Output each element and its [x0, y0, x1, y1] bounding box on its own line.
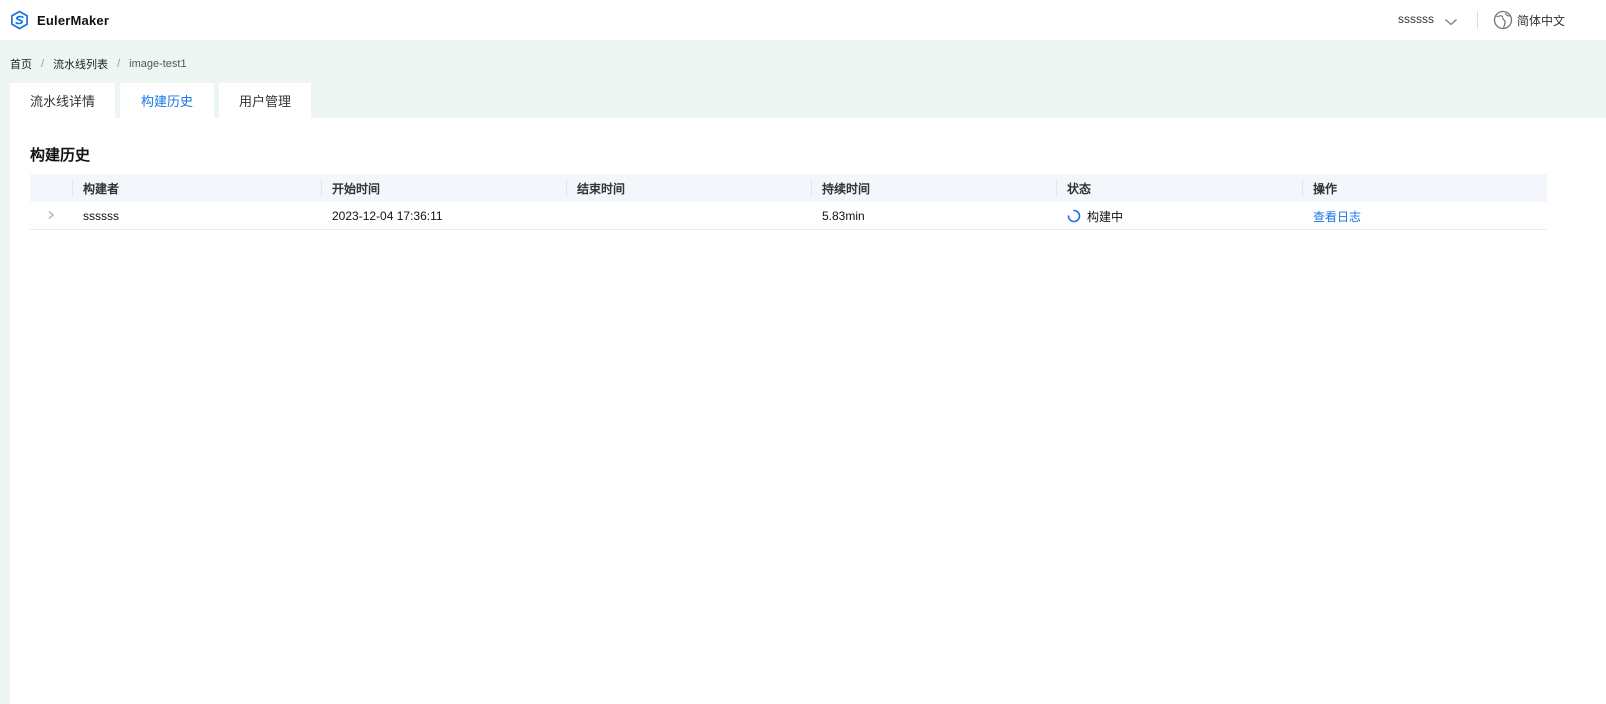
- header-divider: [1477, 11, 1478, 29]
- breadcrumb-separator: /: [41, 58, 45, 70]
- user-dropdown[interactable]: ssssss: [1398, 12, 1458, 26]
- tab-bar: 流水线详情 构建历史 用户管理: [10, 83, 316, 118]
- globe-icon: [1493, 10, 1513, 30]
- cell-builder: ssssss: [83, 209, 119, 223]
- breadcrumb-home[interactable]: 首页: [10, 56, 32, 72]
- view-log-link[interactable]: 查看日志: [1313, 208, 1361, 225]
- app-logo[interactable]: EulerMaker: [10, 10, 109, 30]
- username-label: ssssss: [1398, 12, 1434, 26]
- cell-status: 构建中: [1067, 202, 1123, 230]
- chevron-down-icon: [1444, 14, 1458, 26]
- cell-actions: 查看日志: [1313, 202, 1361, 230]
- breadcrumb-pipelines[interactable]: 流水线列表: [53, 56, 108, 72]
- table-row: ssssss 2023-12-04 17:36:11 5.83min 构建中 查…: [30, 202, 1547, 230]
- top-navbar: EulerMaker ssssss 简体中文: [0, 0, 1606, 40]
- column-header-end-time[interactable]: 结束时间: [565, 174, 625, 202]
- language-switcher[interactable]: 简体中文: [1493, 10, 1565, 30]
- column-header-actions[interactable]: 操作: [1301, 174, 1337, 202]
- chevron-right-icon: [47, 209, 55, 223]
- breadcrumb-separator: /: [117, 58, 121, 70]
- app-name: EulerMaker: [37, 12, 110, 28]
- column-header-status[interactable]: 状态: [1055, 174, 1091, 202]
- column-header-builder[interactable]: 构建者: [71, 174, 119, 202]
- status-label: 构建中: [1087, 209, 1124, 224]
- row-expand-button[interactable]: [47, 202, 55, 230]
- column-header-duration[interactable]: 持续时间: [810, 174, 870, 202]
- breadcrumb-current: image-test1: [129, 58, 187, 70]
- tab-pipeline-details[interactable]: 流水线详情: [10, 83, 115, 118]
- language-label: 简体中文: [1517, 13, 1566, 28]
- column-header-start-time[interactable]: 开始时间: [320, 174, 380, 202]
- panel-title: 构建历史: [30, 147, 91, 164]
- table-header: 构建者 开始时间 结束时间 持续时间 状态 操作: [30, 174, 1547, 202]
- breadcrumb: 首页 / 流水线列表 / image-test1: [10, 56, 187, 72]
- build-history-table: 构建者 开始时间 结束时间 持续时间 状态 操作 ssssss 2023-12-…: [30, 174, 1547, 230]
- build-history-panel: 构建历史 构建者 开始时间 结束时间 持续时间 状态 操作 ssssss 202…: [10, 118, 1606, 704]
- loading-spinner-icon: [1067, 209, 1081, 223]
- cell-duration: 5.83min: [822, 209, 865, 223]
- eulermaker-logo-icon: [10, 10, 29, 30]
- cell-start-time: 2023-12-04 17:36:11: [332, 209, 443, 223]
- tab-user-management[interactable]: 用户管理: [219, 83, 311, 118]
- tab-build-history[interactable]: 构建历史: [120, 83, 214, 118]
